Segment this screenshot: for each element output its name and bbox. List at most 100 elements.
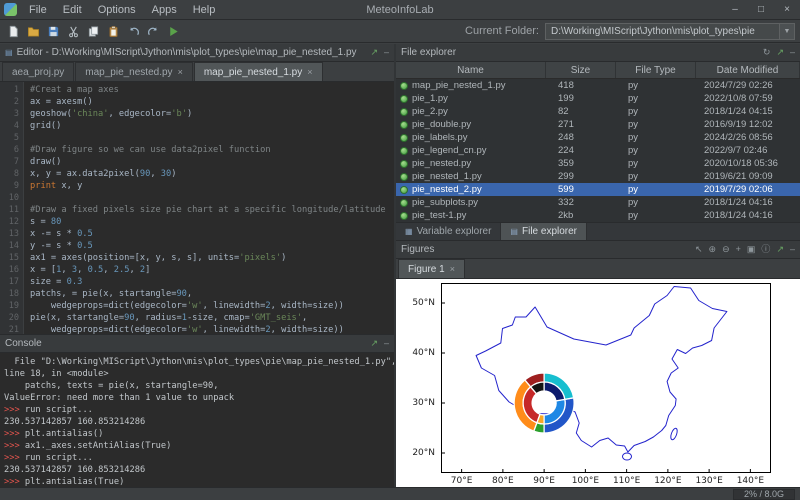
file-row[interactable]: pie_nested_1.py299py2019/6/21 09:09: [396, 170, 800, 183]
minimize-panel-icon[interactable]: –: [384, 48, 389, 57]
column-header-name[interactable]: Name: [396, 62, 546, 78]
code-segment: #Creat a map axes: [30, 85, 119, 95]
minimize-panel-icon[interactable]: –: [384, 339, 389, 348]
run-script-icon[interactable]: [165, 23, 182, 40]
figure-tab[interactable]: Figure 1 ×: [398, 259, 465, 278]
menu-file[interactable]: File: [21, 2, 55, 18]
copy-icon[interactable]: [85, 23, 102, 40]
py-file-icon: [400, 121, 408, 129]
code-segment: wedgeprops=dict(edgecolor=: [30, 301, 187, 311]
current-folder-label: Current Folder:: [465, 25, 539, 37]
file-table-header: NameSizeFile TypeDate Modified: [396, 62, 800, 79]
line-number: 21: [0, 324, 19, 334]
float-panel-icon[interactable]: ↗: [370, 48, 378, 57]
tab-file-explorer[interactable]: ▤File explorer: [501, 223, 587, 240]
meteoinfolab-window: FileEditOptionsAppsHelp MeteoInfoLab –□×…: [0, 0, 800, 500]
line-number: 12: [0, 216, 19, 228]
current-folder-combobox[interactable]: D:\Working\MIScript\Jython\mis\plot_type…: [545, 23, 795, 40]
menu-edit[interactable]: Edit: [55, 2, 90, 18]
code-line: x = [1, 3, 0.5, 2.5, 2]: [30, 264, 394, 276]
code-segment: y -= s *: [30, 241, 77, 251]
file-row[interactable]: pie_1.py199py2022/10/8 07:59: [396, 92, 800, 105]
close-tab-icon[interactable]: ×: [450, 264, 455, 274]
file-row[interactable]: pie_test-1.py2kbpy2018/1/24 04:16: [396, 209, 800, 222]
file-explorer-panel: File explorer ↻ ↗– NameSizeFile TypeDate …: [396, 44, 800, 240]
file-row[interactable]: pie_subplots.py332py2018/1/24 04:16: [396, 196, 800, 209]
file-row[interactable]: pie_nested_2.py599py2019/7/29 02:06: [396, 183, 800, 196]
refresh-icon[interactable]: ↻: [763, 48, 771, 57]
code-segment: , radius=: [135, 313, 182, 323]
console-panel-header: Console ↗ –: [0, 335, 394, 353]
menu-items: FileEditOptionsAppsHelp: [21, 2, 223, 18]
maximize-window-icon[interactable]: □: [748, 0, 774, 20]
editor-tab[interactable]: map_pie_nested_1.py ×: [194, 62, 323, 81]
editor-tab[interactable]: aea_proj.py: [2, 62, 74, 81]
menu-help[interactable]: Help: [185, 2, 224, 18]
pan-icon[interactable]: +: [736, 245, 741, 254]
float-icon[interactable]: ↗: [776, 245, 784, 254]
minimize-icon[interactable]: –: [790, 48, 795, 57]
file-date-cell: 2018/1/24 04:16: [696, 197, 800, 208]
file-type-cell: py: [616, 184, 696, 195]
file-type-cell: py: [616, 119, 696, 130]
figure-canvas[interactable]: 70°E80°E90°E100°E110°E120°E130°E140°E20°…: [396, 279, 800, 487]
full-extent-icon[interactable]: ▣: [747, 245, 756, 254]
tab-variable-explorer[interactable]: ▦Variable explorer: [396, 223, 501, 240]
file-explorer-title: File explorer: [401, 47, 456, 58]
line-number: 7: [0, 156, 19, 168]
code-line: pie(x, startangle=90, radius=1-size, cma…: [30, 312, 394, 324]
code-editor[interactable]: 123456789101112131415161718192021 #Creat…: [0, 82, 394, 334]
x-tick-label: 90°E: [527, 476, 561, 486]
float-icon[interactable]: ↗: [776, 48, 784, 57]
column-header-date[interactable]: Date Modified: [696, 62, 800, 78]
minimize-icon[interactable]: –: [790, 245, 795, 254]
minimize-window-icon[interactable]: –: [722, 0, 748, 20]
toolbar: Current Folder: D:\Working\MIScript\Jyth…: [0, 20, 800, 43]
cut-icon[interactable]: [65, 23, 82, 40]
console-output[interactable]: File "D:\Working\MIScript\Jython\mis\plo…: [0, 353, 394, 487]
file-row[interactable]: pie_nested.py359py2020/10/18 05:36: [396, 157, 800, 170]
redo-icon[interactable]: [145, 23, 162, 40]
menu-options[interactable]: Options: [90, 2, 144, 18]
zoom-out-icon[interactable]: ⊖: [722, 245, 730, 254]
close-window-icon[interactable]: ×: [774, 0, 800, 20]
line-number: 18: [0, 288, 19, 300]
right-column: File explorer ↻↗– NameSizeFile TypeDate …: [396, 44, 800, 487]
new-file-icon[interactable]: [5, 23, 22, 40]
close-tab-icon[interactable]: ×: [178, 67, 183, 77]
code-segment: grid(): [30, 121, 61, 131]
file-name: pie_test-1.py: [412, 210, 466, 221]
code-line: wedgeprops=dict(edgecolor='w', linewidth…: [30, 300, 394, 312]
code-segment: ax1 = axes(position=[x, y, s, s], units=: [30, 253, 239, 263]
file-row[interactable]: map_pie_nested_1.py418py2024/7/29 02:26: [396, 79, 800, 92]
editor-tab-label: map_pie_nested_1.py: [204, 67, 302, 78]
combo-dropdown-icon[interactable]: ▼: [779, 24, 794, 39]
identify-icon[interactable]: ⓘ: [761, 245, 770, 254]
open-file-icon[interactable]: [25, 23, 42, 40]
console-text: ax1._axes.setAntiAlias(True): [25, 441, 171, 451]
menu-apps[interactable]: Apps: [144, 2, 185, 18]
x-tick-label: 110°E: [610, 476, 644, 486]
line-number: 3: [0, 108, 19, 120]
close-tab-icon[interactable]: ×: [307, 67, 312, 77]
py-file-icon: [400, 147, 408, 155]
file-row[interactable]: pie_labels.py248py2024/2/26 08:56: [396, 131, 800, 144]
file-name: map_pie_nested_1.py: [412, 80, 506, 91]
file-row[interactable]: pie_legend_cn.py224py2022/9/7 02:46: [396, 144, 800, 157]
column-header-size[interactable]: Size: [546, 62, 616, 78]
select-icon[interactable]: ↖: [695, 245, 703, 254]
code-line: grid(): [30, 120, 394, 132]
zoom-in-icon[interactable]: ⊕: [709, 245, 717, 254]
float-panel-icon[interactable]: ↗: [370, 339, 378, 348]
undo-icon[interactable]: [125, 23, 142, 40]
file-row[interactable]: pie_2.py82py2018/1/24 04:15: [396, 105, 800, 118]
file-row[interactable]: pie_double.py271py2016/9/19 12:02: [396, 118, 800, 131]
column-header-type[interactable]: File Type: [616, 62, 696, 78]
app-logo-icon: [4, 3, 17, 16]
editor-tab[interactable]: map_pie_nested.py×: [75, 62, 193, 81]
file-name: pie_legend_cn.py: [412, 145, 486, 156]
line-number: 5: [0, 132, 19, 144]
save-file-icon[interactable]: [45, 23, 62, 40]
console-line: line 18, in <module>: [4, 368, 390, 380]
paste-icon[interactable]: [105, 23, 122, 40]
